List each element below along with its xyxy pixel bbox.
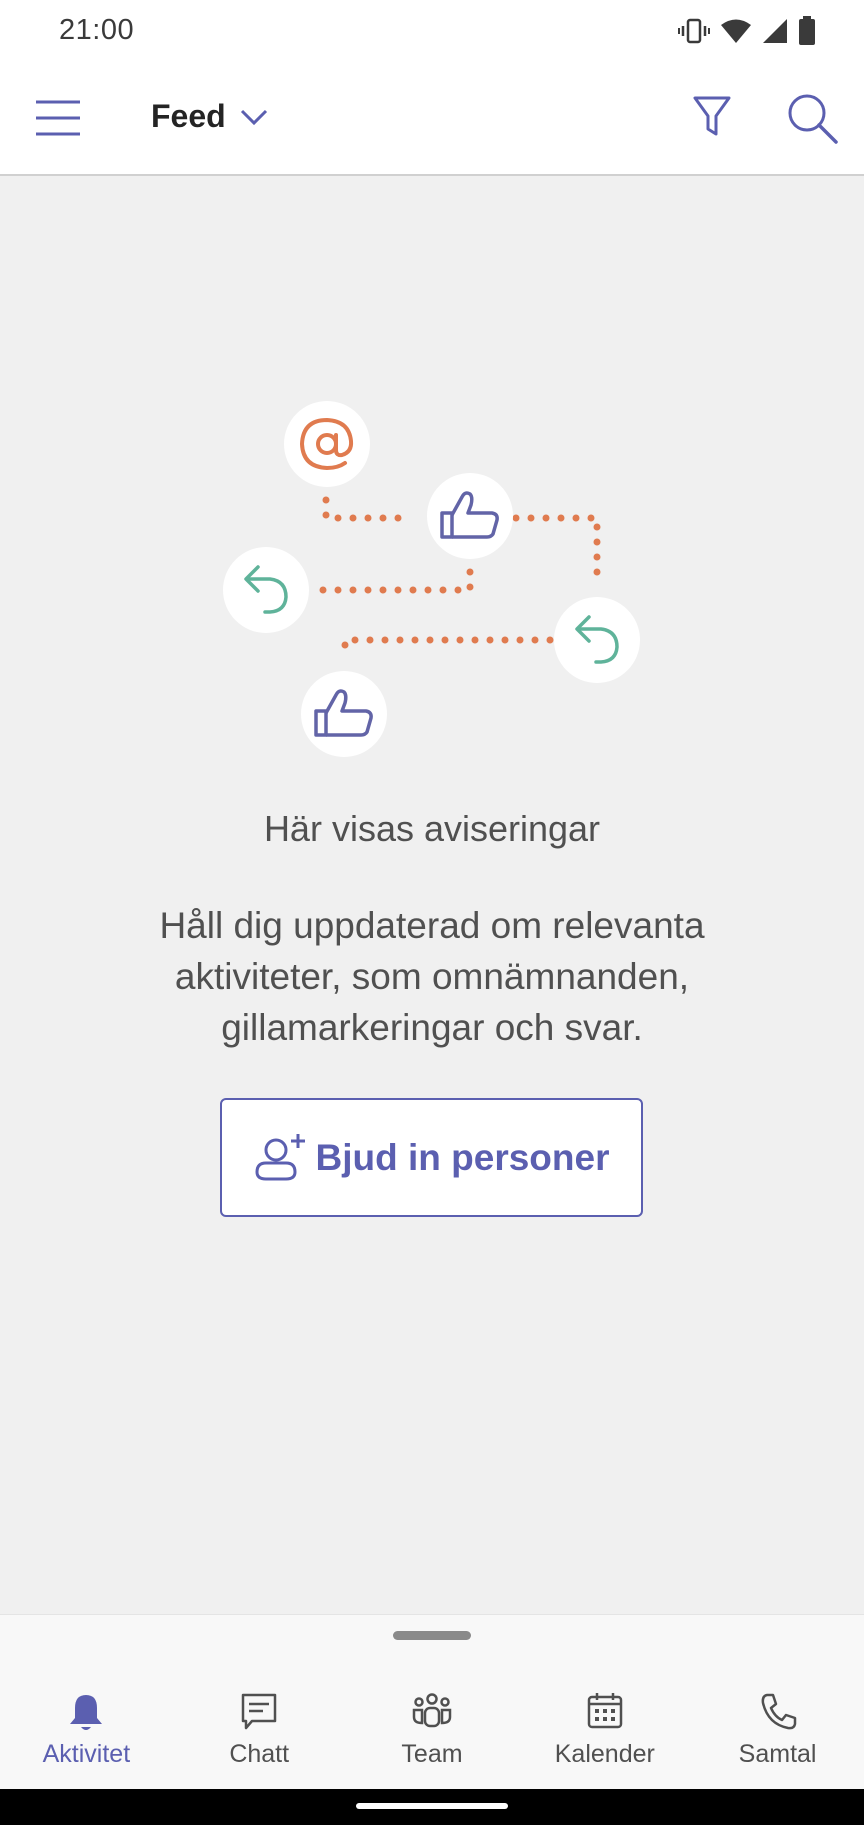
nav-item-label: Team	[401, 1740, 463, 1768]
mention-bubble	[284, 401, 370, 487]
nav-item-label: Samtal	[738, 1740, 817, 1768]
signal-icon	[763, 19, 787, 43]
status-time: 21:00	[59, 14, 135, 46]
search-icon[interactable]	[786, 92, 838, 144]
nav-item-team[interactable]: Team	[346, 1664, 519, 1789]
add-person-icon	[254, 1133, 305, 1180]
bottom-nav: Aktivitet Chatt Team Kalender Samtal	[0, 1664, 864, 1789]
status-icons	[678, 14, 816, 48]
invite-people-label: Bjud in personer	[315, 1136, 610, 1178]
bottom-sheet-handle[interactable]	[393, 1631, 471, 1640]
invite-people-button[interactable]: Bjud in personer	[220, 1098, 643, 1217]
feed-selector[interactable]: Feed	[151, 98, 268, 135]
team-icon	[412, 1693, 452, 1728]
nav-item-aktivitet[interactable]: Aktivitet	[0, 1664, 173, 1789]
empty-state-title: Här visas aviseringar	[263, 808, 601, 849]
system-nav-bar	[0, 1789, 864, 1825]
menu-icon[interactable]	[34, 98, 82, 138]
reply-bubble	[223, 547, 309, 633]
status-bar: 21:00	[0, 0, 864, 62]
empty-state-description: Håll dig uppdaterad om relevanta aktivit…	[159, 905, 705, 1048]
wifi-icon	[721, 19, 751, 43]
nav-item-samtal[interactable]: Samtal	[691, 1664, 864, 1789]
nav-item-label: Kalender	[554, 1740, 655, 1768]
nav-item-label: Aktivitet	[42, 1740, 131, 1768]
like-bubble	[301, 671, 387, 757]
app-bar: Feed	[0, 62, 864, 176]
reply-bubble	[554, 597, 640, 683]
nav-item-label: Chatt	[229, 1740, 290, 1768]
phone-icon	[761, 1693, 796, 1730]
battery-icon	[799, 16, 815, 45]
bottom-sheet-handle-area	[0, 1614, 864, 1665]
like-bubble	[427, 473, 513, 559]
chat-icon	[241, 1693, 277, 1730]
calendar-icon	[587, 1693, 623, 1729]
chevron-down-icon	[240, 109, 267, 125]
nav-item-kalender[interactable]: Kalender	[518, 1664, 691, 1789]
page-title: Feed	[151, 98, 226, 134]
notifications-illustration	[223, 401, 640, 757]
home-gesture-pill[interactable]	[356, 1803, 508, 1809]
filter-icon[interactable]	[692, 94, 732, 138]
vibrate-icon	[678, 18, 710, 44]
bell-icon	[70, 1695, 103, 1730]
nav-item-chatt[interactable]: Chatt	[173, 1664, 346, 1789]
